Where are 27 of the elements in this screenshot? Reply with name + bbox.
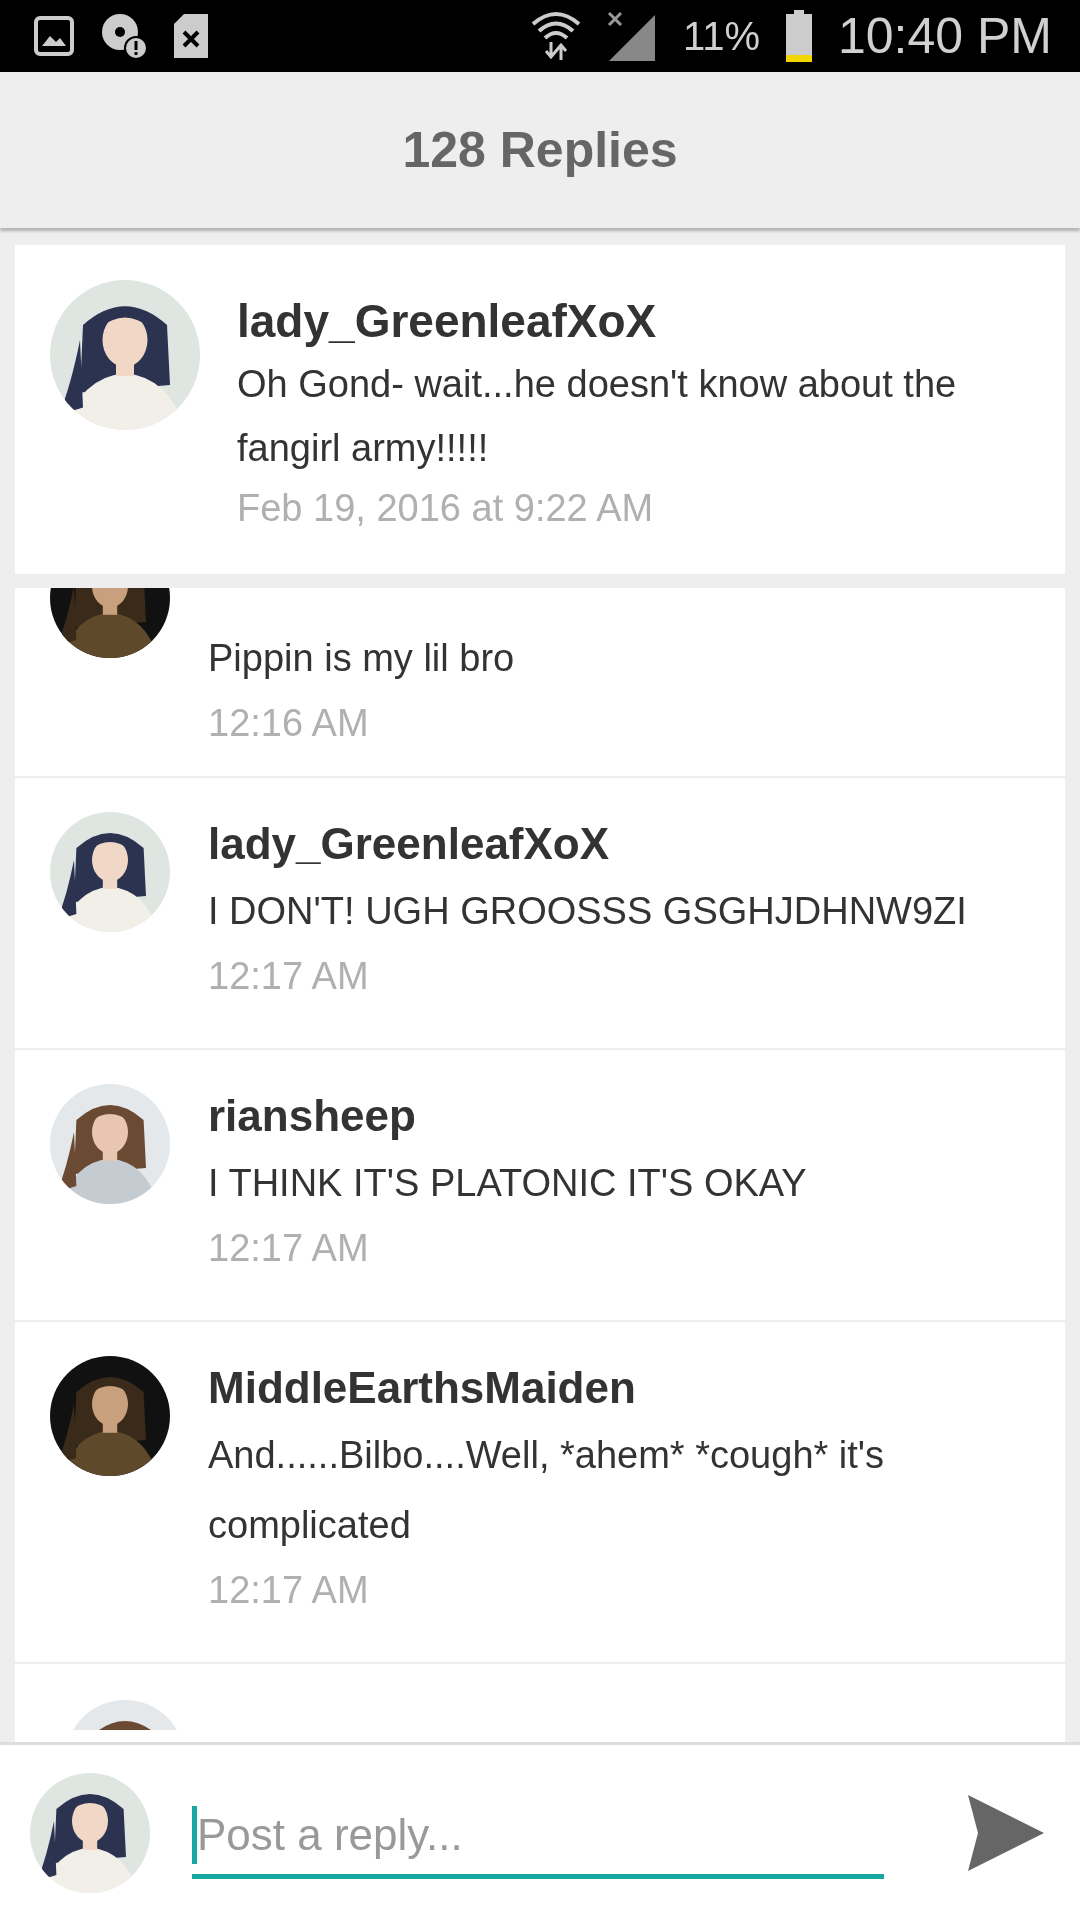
wifi-icon <box>530 10 581 62</box>
post-time: Feb 19, 2016 at 9:22 AM <box>237 486 655 531</box>
clock-time: 10:40 PM <box>838 7 1052 65</box>
reply-author[interactable]: lady_GreenleafXoX <box>208 812 1045 876</box>
reply-time: 12:16 AM <box>208 701 370 746</box>
reply-time: 12:17 AM <box>208 954 370 999</box>
disc-alert-icon <box>100 12 148 60</box>
reply-field[interactable]: Post a reply... <box>192 1798 884 1879</box>
send-icon <box>966 1792 1046 1873</box>
reply-author[interactable]: MiddleEarthsMaiden <box>208 1356 1045 1420</box>
post-author[interactable]: lady_GreenleafXoX <box>237 290 1045 352</box>
reply-text: Pippin is my lil bro <box>208 636 516 681</box>
reply-text: I DON'T! UGH GROOSSS GSGHJDHNW9ZI <box>208 889 968 934</box>
signal-icon <box>606 11 657 61</box>
battery-percent: 11% <box>682 13 760 59</box>
battery-icon <box>786 10 812 62</box>
reply-time: 12:17 AM <box>208 1226 370 1271</box>
reply-text: I THINK IT'S PLATONIC IT'S OKAY <box>208 1161 808 1206</box>
send-button[interactable] <box>966 1792 1046 1873</box>
sd-card-error-icon <box>174 14 208 58</box>
reply-time: 12:17 AM <box>208 1568 370 1613</box>
screen-title: 128 Replies <box>402 121 678 179</box>
post-text: Oh Gond- wait...he doesn't know about the fangirl army!!!!! <box>237 362 958 471</box>
reply-input-field[interactable]: Post a reply... <box>197 1806 884 1864</box>
reply-author[interactable]: riansheep <box>208 1084 1045 1148</box>
reply-text: And......Bilbo....Well, *ahem* *cough* it's complicated <box>208 1433 886 1548</box>
image-icon <box>34 16 74 56</box>
